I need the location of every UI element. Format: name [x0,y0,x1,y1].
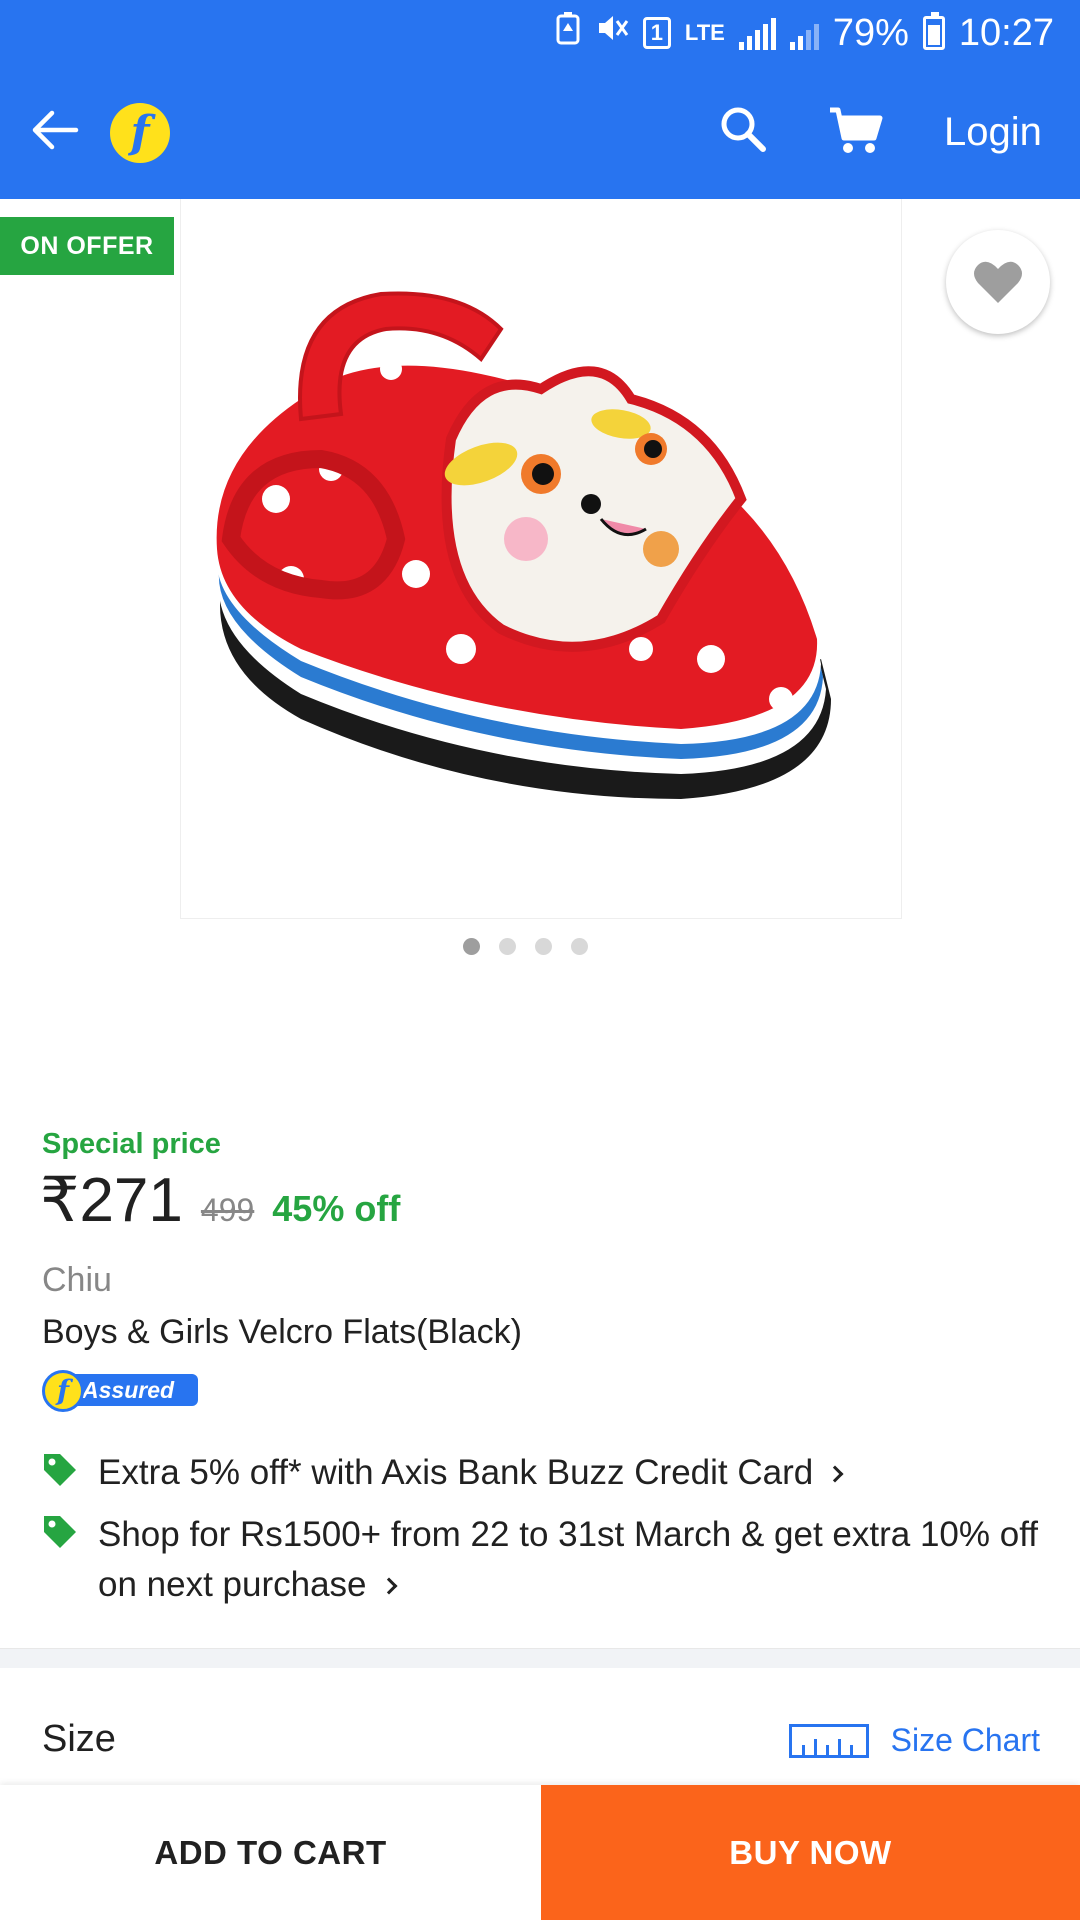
section-divider [0,1648,1080,1668]
add-to-cart-button[interactable]: ADD TO CART [0,1785,541,1920]
discount-percent: 45% off [272,1188,401,1229]
bottom-action-bar: ADD TO CART BUY NOW [0,1785,1080,1920]
assured-logo-icon: f [42,1370,84,1412]
pagination-dot[interactable] [534,938,552,955]
offer-item[interactable]: Extra 5% off* with Axis Bank Buzz Credit… [42,1448,1058,1498]
on-offer-badge: ON OFFER [0,217,174,275]
wishlist-button[interactable] [946,230,1050,334]
pagination-dot[interactable] [570,938,588,955]
offer-tag-icon [44,1516,76,1548]
size-chart-label: Size Chart [890,1722,1040,1758]
flipkart-logo[interactable]: f [110,103,170,163]
chevron-right-icon [380,1577,398,1595]
image-pagination-dots [0,938,1080,955]
pagination-dot[interactable] [498,938,516,955]
size-chart-link[interactable]: Size Chart [788,1722,1040,1759]
product-title: Boys & Girls Velcro Flats(Black) [42,1313,522,1351]
offer-text: Shop for Rs1500+ from 22 to 31st March &… [98,1515,1039,1604]
offer-tag-icon [44,1454,76,1486]
status-bar: 1 LTE 79% 10:27 [0,0,1080,66]
offer-item[interactable]: Shop for Rs1500+ from 22 to 31st March &… [42,1510,1058,1610]
selling-price: ₹271 [40,1166,183,1235]
status-icons: 1 LTE 79% 10:27 [555,10,1054,56]
pagination-dot[interactable] [462,938,480,955]
sim-slot-icon: 1 [642,17,671,49]
search-icon [721,107,766,152]
battery-icon [922,12,945,50]
signal-sim1-icon [738,16,776,50]
ruler-icon [788,1723,869,1758]
buy-now-button[interactable]: BUY NOW [541,1785,1080,1920]
search-button[interactable] [718,104,768,154]
cart-button[interactable] [828,104,884,156]
brand-name[interactable]: Chiu [42,1261,112,1300]
original-price: 499 [200,1192,255,1228]
assured-badge: Assured f [42,1370,198,1412]
assured-logo-letter: f [56,1374,70,1407]
battery-percent: 79% [832,11,909,54]
network-type-label: LTE [684,20,725,45]
app-bar: f Login [0,66,1080,199]
back-arrow-icon [32,110,79,150]
price-row: ₹271 499 45% off [40,1163,400,1236]
back-button[interactable] [28,102,84,158]
chevron-right-icon [826,1465,844,1483]
battery-saver-icon [555,11,581,55]
offer-text: Extra 5% off* with Axis Bank Buzz Credit… [98,1453,814,1492]
heart-icon [974,261,1022,303]
mute-icon [595,11,629,55]
signal-sim2-icon [789,16,819,50]
logo-letter: f [130,107,150,158]
special-price-label: Special price [42,1128,221,1160]
size-section-title: Size [42,1718,116,1760]
product-image-carousel[interactable] [180,199,902,919]
product-image [216,291,831,799]
cart-icon [830,107,883,153]
clock: 10:27 [958,11,1054,54]
login-button[interactable]: Login [944,104,1042,160]
